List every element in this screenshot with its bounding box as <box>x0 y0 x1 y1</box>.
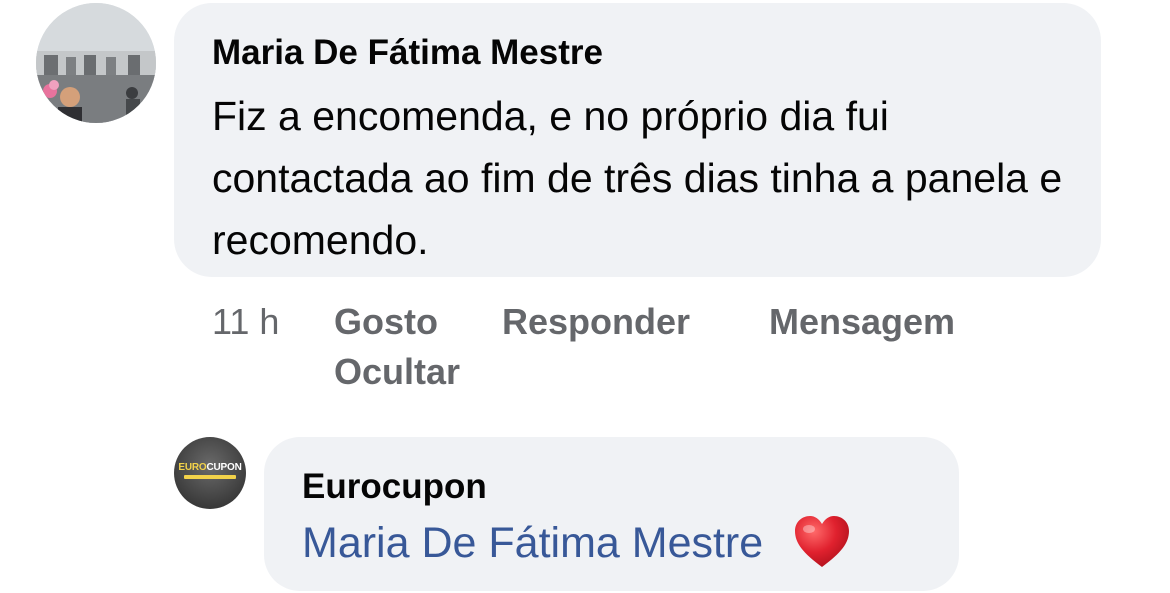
like-button[interactable]: Gosto <box>334 296 438 348</box>
comment-text: Fiz a encomenda, e no próprio dia fui co… <box>212 93 1063 263</box>
logo-text-cupon: CUPON <box>206 462 242 473</box>
heart-icon <box>795 516 850 567</box>
avatar-eurocupon[interactable]: EUROCUPON <box>174 437 246 509</box>
hide-button[interactable]: Ocultar <box>334 346 460 398</box>
logo-bar <box>184 475 236 479</box>
mention-link[interactable]: Maria De Fátima Mestre <box>302 519 763 567</box>
comment-bubble: Maria De Fátima Mestre Fiz a encomenda, … <box>174 3 1101 277</box>
reply-button[interactable]: Responder <box>502 296 690 348</box>
eurocupon-logo-icon: EUROCUPON <box>174 463 246 473</box>
reply-author-name[interactable]: Eurocupon <box>302 467 487 507</box>
avatar-maria[interactable] <box>36 3 156 123</box>
comment-timestamp[interactable]: 11 h <box>212 296 279 348</box>
reply-text: Maria De Fátima Mestre <box>302 513 851 573</box>
profile-photo-icon <box>36 3 156 123</box>
message-button[interactable]: Mensagem <box>769 296 955 348</box>
logo-text-euro: EURO <box>178 462 207 473</box>
comment-author-name[interactable]: Maria De Fátima Mestre <box>212 33 603 73</box>
reply-bubble: Eurocupon Maria De Fátima Mestre <box>264 437 959 591</box>
